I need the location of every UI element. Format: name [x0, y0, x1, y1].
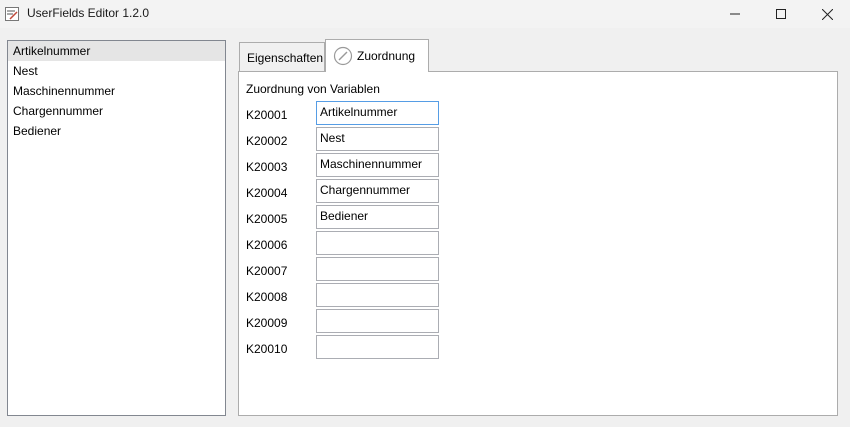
- list-item[interactable]: Bediener: [8, 121, 225, 141]
- variable-key-label: K20004: [246, 186, 288, 200]
- variable-value-field[interactable]: [316, 231, 439, 255]
- window-title: UserFields Editor 1.2.0: [27, 6, 150, 20]
- variable-key-label: K20009: [246, 316, 288, 330]
- list-item[interactable]: Nest: [8, 61, 225, 81]
- variable-value-field[interactable]: Artikelnummer: [316, 101, 439, 125]
- variable-value-field[interactable]: Chargennummer: [316, 179, 439, 203]
- section-heading: Zuordnung von Variablen: [246, 82, 380, 96]
- variable-value-field[interactable]: [316, 257, 439, 281]
- variable-key-label: K20007: [246, 264, 288, 278]
- variable-key-label: K20005: [246, 212, 288, 226]
- variable-value-field[interactable]: Maschinennummer: [316, 153, 439, 177]
- zuordnung-tab-icon: [333, 46, 353, 66]
- variable-key-label: K20006: [246, 238, 288, 252]
- minimize-icon: [730, 13, 740, 15]
- variable-value-field[interactable]: [316, 309, 439, 333]
- list-item[interactable]: Artikelnummer: [8, 41, 225, 61]
- tab-label: Eigenschaften: [247, 51, 324, 65]
- tab-label: Zuordnung: [357, 49, 416, 63]
- variable-value-field[interactable]: Bediener: [316, 205, 439, 229]
- variable-key-label: K20003: [246, 160, 288, 174]
- variable-key-label: K20002: [246, 134, 288, 148]
- tab-eigenschaften[interactable]: Eigenschaften: [239, 42, 325, 71]
- variable-value-field[interactable]: Nest: [316, 127, 439, 151]
- variable-value-field[interactable]: [316, 335, 439, 359]
- field-list[interactable]: Artikelnummer Nest Maschinennummer Charg…: [7, 40, 226, 416]
- maximize-button[interactable]: [758, 0, 804, 28]
- tab-zuordnung[interactable]: Zuordnung: [325, 39, 429, 72]
- variable-key-label: K20008: [246, 290, 288, 304]
- variable-key-label: K20010: [246, 342, 288, 356]
- title-bar: UserFields Editor 1.2.0: [0, 0, 850, 28]
- maximize-icon: [776, 9, 786, 19]
- app-icon: [5, 7, 19, 21]
- close-button[interactable]: [804, 0, 850, 28]
- variable-key-label: K20001: [246, 108, 288, 122]
- minimize-button[interactable]: [712, 0, 758, 28]
- close-icon: [821, 8, 833, 20]
- list-item[interactable]: Maschinennummer: [8, 81, 225, 101]
- variable-value-field[interactable]: [316, 283, 439, 307]
- list-item[interactable]: Chargennummer: [8, 101, 225, 121]
- zuordnung-panel: Zuordnung von Variablen K20001 Artikelnu…: [238, 71, 838, 416]
